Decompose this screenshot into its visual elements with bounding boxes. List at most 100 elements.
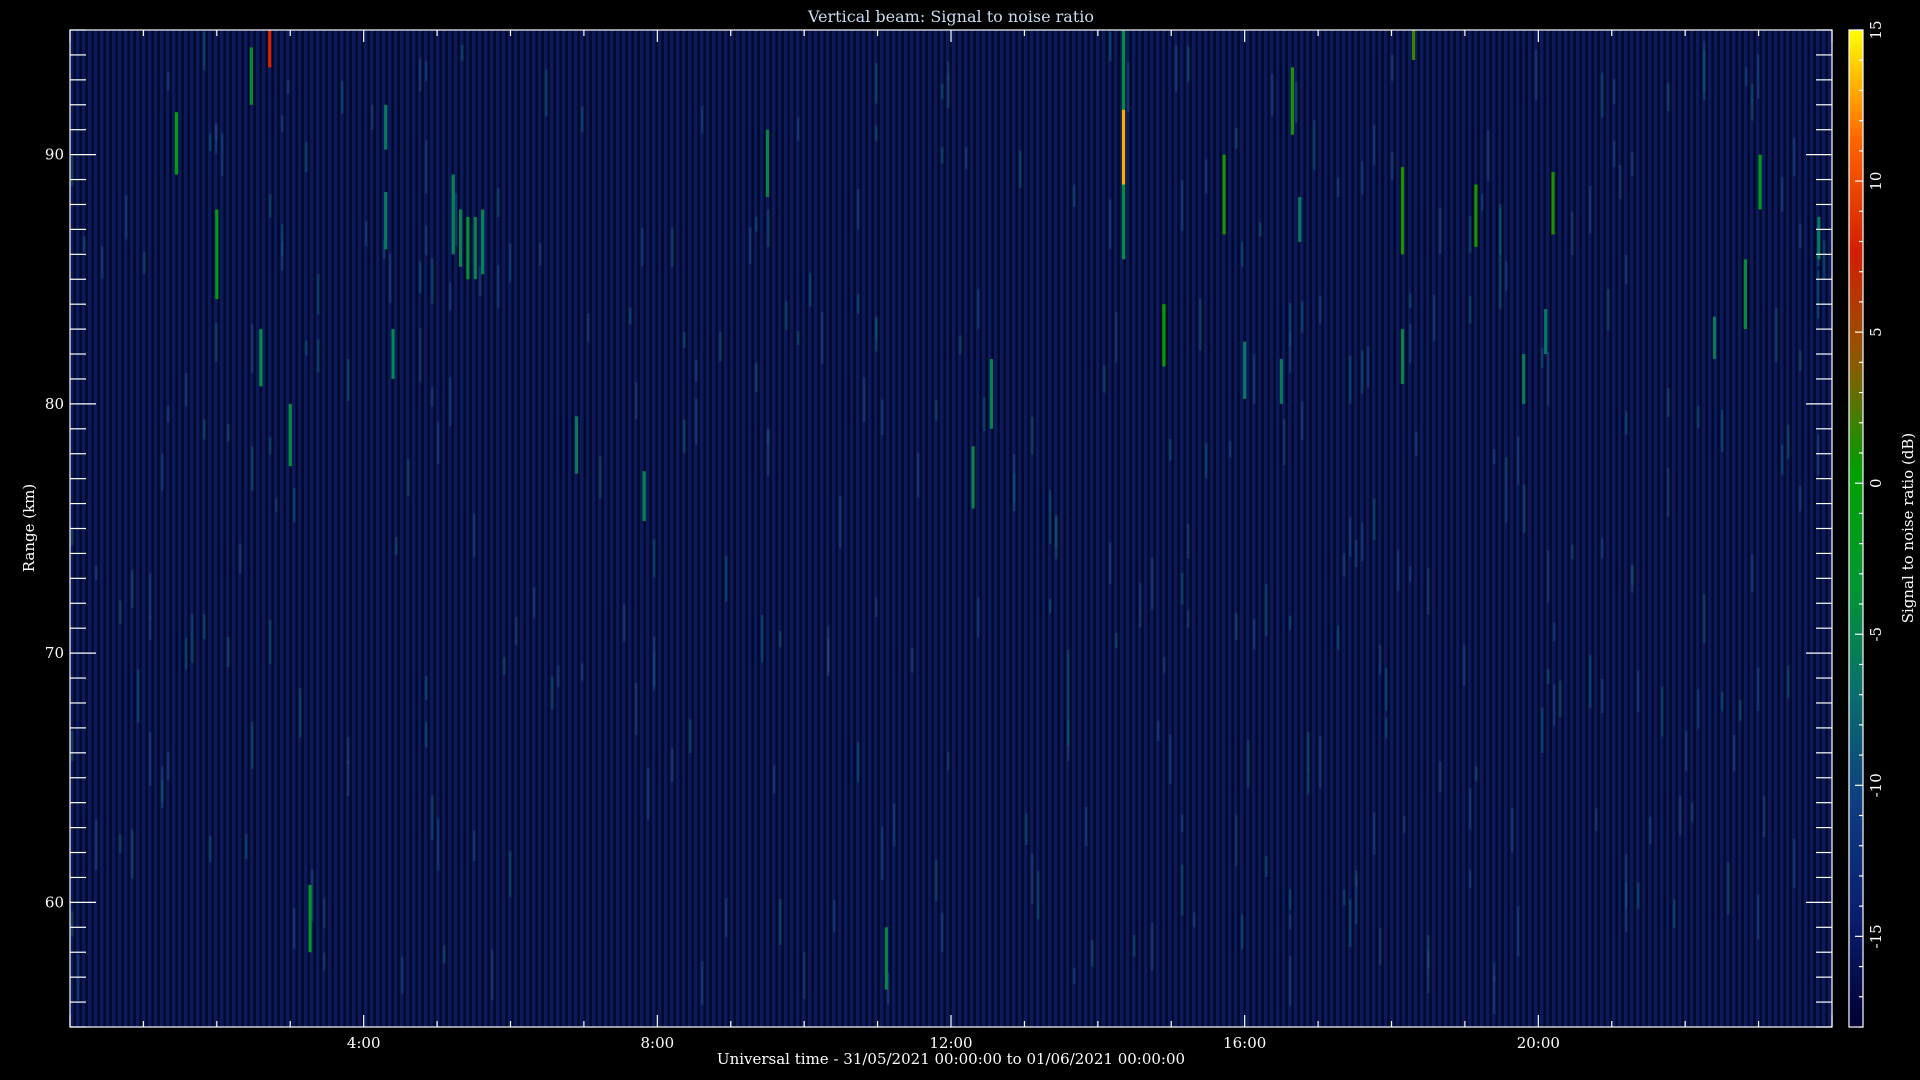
noise-gap (1015, 30, 1018, 1027)
noise-gap (1795, 30, 1798, 1027)
noise-gap (1321, 30, 1324, 1027)
noise-gap (691, 30, 694, 1027)
noise-streak (215, 122, 218, 154)
noise-streak (1319, 736, 1322, 789)
noise-gap (283, 30, 286, 1027)
noise-gap (199, 30, 202, 1027)
noise-streak (1109, 542, 1112, 584)
noise-gap (1087, 30, 1090, 1027)
noise-streak (71, 730, 74, 762)
noise-gap (1165, 30, 1168, 1027)
noise-streak (209, 836, 212, 863)
noise-streak (167, 72, 170, 91)
noise-streak (779, 899, 782, 945)
noise-gap (265, 30, 268, 1027)
noise-gap (1333, 30, 1336, 1027)
noise-streak (695, 398, 698, 445)
noise-gap (1153, 30, 1156, 1027)
echo-mark-3 (259, 329, 263, 387)
noise-gap (361, 30, 364, 1027)
noise-gap (739, 30, 742, 1027)
noise-streak (1127, 62, 1130, 113)
noise-gap (973, 30, 976, 1027)
noise-gap (727, 30, 730, 1027)
noise-streak (1619, 164, 1622, 199)
noise-gap (373, 30, 376, 1027)
noise-streak (203, 31, 206, 71)
noise-gap (1393, 30, 1396, 1027)
noise-gap (889, 30, 892, 1027)
noise-streak (473, 830, 476, 861)
noise-streak (1379, 927, 1382, 965)
noise-streak (167, 751, 170, 781)
colorbar-tick-label: -10 (1867, 773, 1885, 797)
noise-gap (1219, 30, 1222, 1027)
noise-streak (1253, 354, 1256, 404)
noise-streak (395, 537, 398, 556)
noise-gap (1531, 30, 1534, 1027)
noise-streak (1403, 815, 1406, 833)
noise-gap (1195, 30, 1198, 1027)
colorbar-tick-label: 0 (1867, 478, 1885, 488)
noise-streak (1607, 288, 1610, 331)
noise-gap (1363, 30, 1366, 1027)
noise-streak (1169, 734, 1172, 785)
noise-streak (1355, 539, 1358, 567)
noise-streak (455, 193, 458, 246)
noise-streak (497, 188, 500, 218)
noise-streak (1523, 484, 1526, 533)
noise-gap (619, 30, 622, 1027)
noise-streak (701, 961, 704, 1005)
noise-streak (431, 795, 434, 840)
noise-streak (1649, 816, 1652, 845)
noise-gap (1435, 30, 1438, 1027)
noise-gap (229, 30, 232, 1027)
noise-streak (1757, 54, 1760, 99)
noise-gap (571, 30, 574, 1027)
noise-streak (935, 400, 938, 421)
noise-gap (1279, 30, 1282, 1027)
noise-gap (1075, 30, 1078, 1027)
noise-streak (1817, 434, 1820, 476)
noise-gap (1183, 30, 1186, 1027)
noise-streak (71, 911, 74, 937)
noise-streak (1433, 294, 1436, 341)
noise-streak (1625, 255, 1628, 285)
noise-gap (709, 30, 712, 1027)
noise-gap (859, 30, 862, 1027)
noise-streak (1727, 862, 1730, 915)
noise-streak (509, 243, 512, 283)
noise-gap (967, 30, 970, 1027)
noise-streak (551, 676, 554, 710)
colorbar-tick-label: 15 (1867, 20, 1885, 39)
noise-gap (277, 30, 280, 1027)
noise-streak (599, 456, 602, 499)
noise-streak (839, 496, 842, 549)
noise-streak (1469, 788, 1472, 830)
noise-streak (641, 228, 644, 266)
noise-gap (1141, 30, 1144, 1027)
noise-gap (697, 30, 700, 1027)
noise-gap (217, 30, 220, 1027)
noise-streak (1559, 680, 1562, 718)
noise-gap (1411, 30, 1414, 1027)
noise-gap (1135, 30, 1138, 1027)
noise-gap (1405, 30, 1408, 1027)
noise-streak (1751, 84, 1754, 102)
noise-streak (275, 498, 278, 513)
noise-gap (1351, 30, 1354, 1027)
noise-streak (1163, 657, 1166, 673)
noise-gap (103, 30, 106, 1027)
noise-gap (979, 30, 982, 1027)
noise-streak (629, 307, 632, 325)
noise-streak (239, 543, 242, 574)
echo-mark-0 (174, 112, 179, 175)
noise-gap (1447, 30, 1450, 1027)
noise-streak (959, 335, 962, 355)
noise-streak (725, 898, 728, 938)
noise-streak (947, 75, 950, 109)
noise-gap (1495, 30, 1498, 1027)
echo-mark-1 (215, 209, 219, 300)
noise-gap (805, 30, 808, 1027)
noise-gap (1549, 30, 1552, 1027)
